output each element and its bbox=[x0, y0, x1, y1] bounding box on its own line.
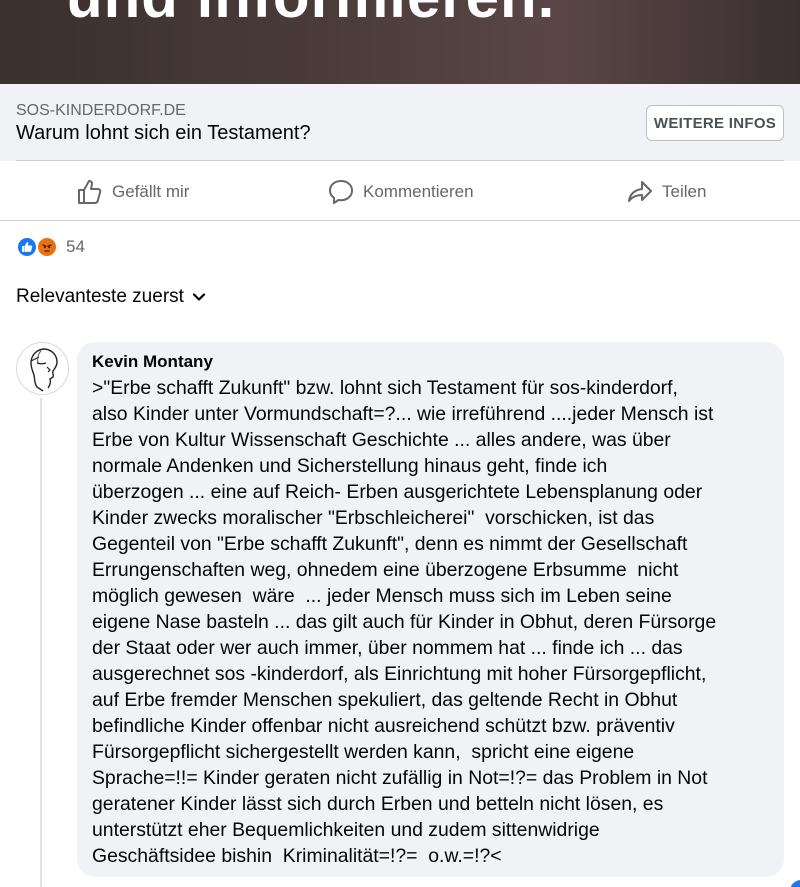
like-icon bbox=[16, 236, 38, 258]
comment-author[interactable]: Kevin Montany bbox=[92, 352, 769, 372]
chevron-down-icon bbox=[192, 293, 206, 301]
like-button[interactable]: Gefällt mir bbox=[76, 176, 189, 208]
comment-sort-dropdown[interactable]: Relevanteste zuerst bbox=[16, 286, 206, 308]
reaction-count: 54 bbox=[66, 237, 85, 256]
face-sketch-icon bbox=[30, 348, 58, 392]
post-actions-bar: Gefällt mir Kommentieren Teilen bbox=[0, 162, 800, 220]
reply-thread-line bbox=[40, 398, 42, 887]
comment-button[interactable]: Kommentieren bbox=[327, 176, 474, 208]
divider bbox=[16, 160, 784, 161]
angry-icon bbox=[36, 236, 58, 258]
comment-bubble-icon bbox=[329, 180, 353, 204]
avatar[interactable] bbox=[16, 342, 69, 395]
link-domain: SOS-KINDERDORF.DE bbox=[16, 102, 186, 119]
like-label: Gefällt mir bbox=[112, 182, 190, 201]
sort-label: Relevanteste zuerst bbox=[16, 286, 184, 307]
hero-image-text: und informieren. bbox=[66, 0, 555, 31]
comment-bubble: Kevin Montany >"Erbe schafft Zukunft" bz… bbox=[77, 342, 784, 877]
share-arrow-icon bbox=[628, 181, 652, 202]
link-preview-image[interactable]: und informieren. bbox=[0, 0, 800, 84]
thumbs-up-icon bbox=[78, 180, 102, 204]
share-button[interactable]: Teilen bbox=[626, 176, 706, 208]
link-title[interactable]: Warum lohnt sich ein Testament? bbox=[16, 122, 311, 145]
share-label: Teilen bbox=[662, 182, 707, 201]
comment-text: >"Erbe schafft Zukunft" bzw. lohnt sich … bbox=[92, 377, 717, 867]
reactions-summary[interactable]: 54 bbox=[16, 236, 85, 258]
comment-label: Kommentieren bbox=[363, 182, 474, 201]
more-info-button[interactable]: WEITERE INFOS bbox=[646, 105, 784, 141]
divider bbox=[0, 220, 800, 221]
like-icon bbox=[790, 880, 800, 887]
